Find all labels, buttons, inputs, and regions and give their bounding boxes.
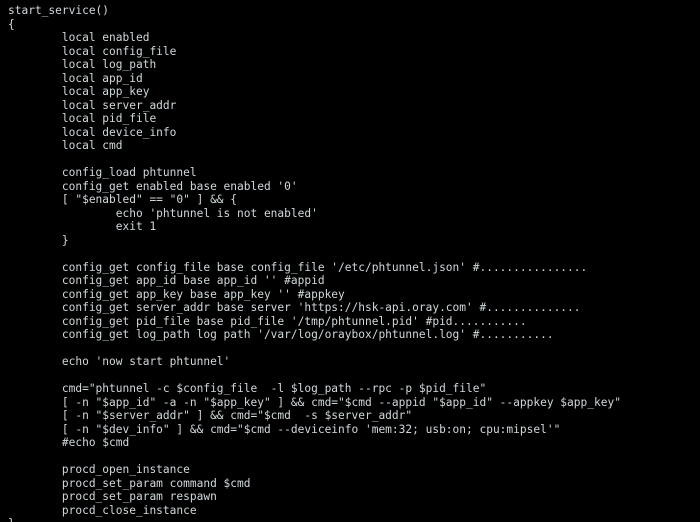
code-block: start_service() { local enabled local co…	[0, 0, 700, 522]
